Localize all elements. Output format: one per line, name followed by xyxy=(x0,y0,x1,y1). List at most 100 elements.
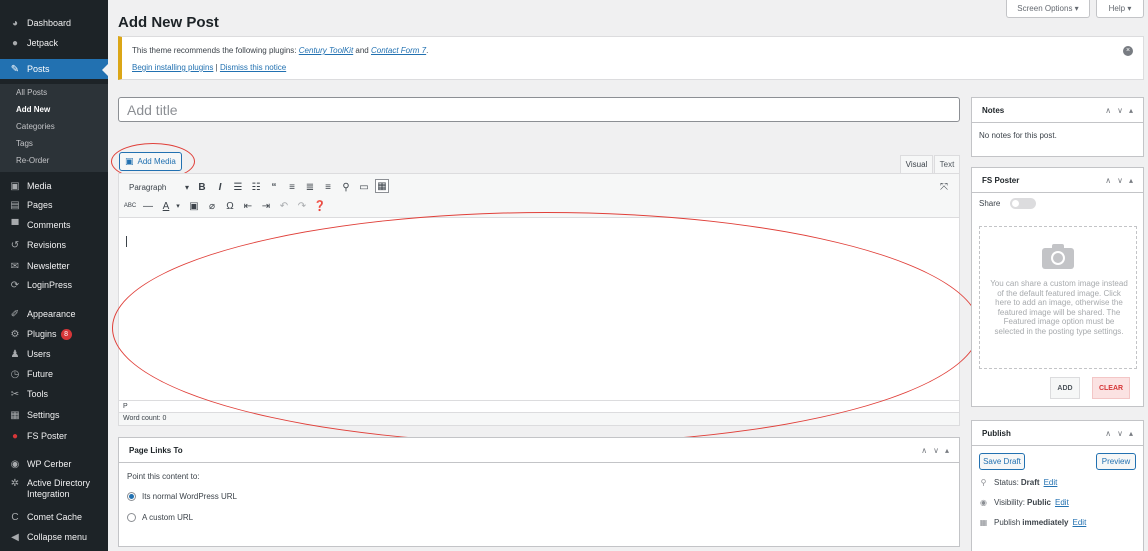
redo-icon[interactable]: ↷ xyxy=(295,199,309,213)
strikethrough-icon[interactable]: ABC xyxy=(123,199,137,213)
status-value: Draft xyxy=(1020,478,1040,487)
chevron-down-icon[interactable]: ∨ xyxy=(933,446,939,455)
gear-icon: ✲ xyxy=(10,477,20,489)
help-icon[interactable]: ❓ xyxy=(313,199,327,213)
sidebar-item-comet-cache[interactable]: C Comet Cache xyxy=(0,507,108,527)
dismiss-notice-link[interactable]: Dismiss this notice xyxy=(220,63,286,72)
contact-form-7-link[interactable]: Contact Form 7 xyxy=(371,46,426,55)
sidebar-item-active-directory-integration[interactable]: ✲ Active Directory Integration xyxy=(0,475,108,505)
close-icon[interactable]: × xyxy=(1123,46,1133,56)
sidebar-item-pages[interactable]: ▤ Pages xyxy=(0,195,108,215)
collapse-arrow-icon[interactable]: ▴ xyxy=(1129,106,1133,115)
help-button[interactable]: Help ▾ xyxy=(1096,0,1144,18)
collapse-arrow-icon[interactable]: ▴ xyxy=(1129,429,1133,438)
italic-icon[interactable]: I xyxy=(213,180,227,194)
sidebar-item-loginpress[interactable]: ⟳ LoginPress xyxy=(0,275,108,295)
read-more-icon[interactable]: ▭ xyxy=(357,180,371,194)
chevron-up-icon[interactable]: ∧ xyxy=(1105,429,1111,438)
sidebar-item-posts[interactable]: ✎ Posts xyxy=(0,59,108,79)
add-media-button[interactable]: ▣ Add Media xyxy=(119,152,182,171)
format-select[interactable]: Paragraph ▾ xyxy=(127,180,191,194)
chevron-down-icon[interactable]: ▾ xyxy=(171,199,185,213)
bullet-list-icon[interactable]: ☰ xyxy=(231,180,245,194)
sidebar-item-collapse-menu[interactable]: ◀ Collapse menu xyxy=(0,527,108,547)
sidebar-item-settings[interactable]: ▦ Settings xyxy=(0,405,108,425)
undo-icon[interactable]: ↶ xyxy=(277,199,291,213)
chevron-up-icon[interactable]: ∧ xyxy=(921,446,927,455)
sidebar-item-future[interactable]: ◷ Future xyxy=(0,364,108,384)
radio-button[interactable] xyxy=(127,492,136,501)
sidebar-item-label: Users xyxy=(27,349,51,359)
century-toolkit-link[interactable]: Century ToolKit xyxy=(299,46,353,55)
special-character-icon[interactable]: Ω xyxy=(223,199,237,213)
horizontal-line-icon[interactable]: — xyxy=(141,199,155,213)
chevron-down-icon[interactable]: ∨ xyxy=(1117,106,1123,115)
chevron-down-icon[interactable]: ∨ xyxy=(1117,176,1123,185)
chevron-down-icon[interactable]: ∨ xyxy=(1117,429,1123,438)
paste-text-icon[interactable]: ▣ xyxy=(187,199,201,213)
radio-normal-url[interactable]: Its normal WordPress URL xyxy=(127,492,237,501)
submenu-add-new[interactable]: Add New xyxy=(16,105,50,114)
status-edit-link[interactable]: Edit xyxy=(1044,478,1058,487)
sidebar-item-revisions[interactable]: ↺ Revisions xyxy=(0,235,108,255)
add-image-button[interactable]: ADD xyxy=(1050,377,1080,399)
collapse-arrow-icon[interactable]: ▴ xyxy=(1129,176,1133,185)
clear-image-button[interactable]: CLEAR xyxy=(1092,377,1130,399)
loginpress-icon: ⟳ xyxy=(10,279,20,291)
sidebar-item-jetpack[interactable]: ● Jetpack xyxy=(0,33,108,53)
chevron-up-icon[interactable]: ∧ xyxy=(1105,106,1111,115)
sidebar-item-appearance[interactable]: ✐ Appearance xyxy=(0,304,108,324)
indent-icon[interactable]: ⇥ xyxy=(259,199,273,213)
bold-icon[interactable]: B xyxy=(195,180,209,194)
editor-path: P xyxy=(119,400,959,412)
link-icon[interactable]: ⚲ xyxy=(339,180,353,194)
notice-actions: Begin installing plugins | Dismiss this … xyxy=(132,63,1133,72)
sidebar-item-fs-poster[interactable]: ● FS Poster xyxy=(0,426,108,446)
radio-custom-url[interactable]: A custom URL xyxy=(127,513,193,522)
fs-poster-box: FS Poster ∧ ∨ ▴ Share You can share a cu… xyxy=(971,167,1144,407)
editor-content-area[interactable] xyxy=(119,218,959,400)
sidebar-item-wp-cerber[interactable]: ◉ WP Cerber xyxy=(0,454,108,474)
sidebar-item-newsletter[interactable]: ✉ Newsletter xyxy=(0,256,108,276)
collapse-arrow-icon[interactable]: ▴ xyxy=(945,446,949,455)
sidebar-item-users[interactable]: ♟ Users xyxy=(0,344,108,364)
notes-header: Notes ∧ ∨ ▴ xyxy=(972,98,1143,123)
align-right-icon[interactable]: ≡ xyxy=(321,180,335,194)
radio-button[interactable] xyxy=(127,513,136,522)
save-draft-button[interactable]: Save Draft xyxy=(979,453,1025,470)
tab-visual[interactable]: Visual xyxy=(900,155,933,173)
post-title-input[interactable] xyxy=(118,97,960,122)
settings-icon: ▦ xyxy=(10,409,20,421)
sidebar-item-label: Pages xyxy=(27,200,53,210)
preview-button[interactable]: Preview xyxy=(1096,453,1136,470)
blockquote-icon[interactable]: “ xyxy=(267,180,281,194)
screen-options-button[interactable]: Screen Options ▾ xyxy=(1006,0,1090,18)
submenu-all-posts[interactable]: All Posts xyxy=(16,88,47,97)
sidebar-item-plugins[interactable]: ⚙ Plugins 8 xyxy=(0,324,108,344)
submenu-re-order[interactable]: Re-Order xyxy=(16,156,49,165)
outdent-icon[interactable]: ⇤ xyxy=(241,199,255,213)
notice-line: This theme recommends the following plug… xyxy=(132,46,1133,55)
share-toggle[interactable] xyxy=(1010,198,1037,209)
custom-image-dropzone[interactable]: You can share a custom image instead of … xyxy=(979,226,1137,369)
submenu-tags[interactable]: Tags xyxy=(16,139,33,148)
numbered-list-icon[interactable]: ☷ xyxy=(249,180,263,194)
jetpack-icon: ● xyxy=(11,37,19,49)
begin-installing-link[interactable]: Begin installing plugins xyxy=(132,63,213,72)
page-links-box: Page Links To ∧ ∨ ▴ Point this content t… xyxy=(118,437,960,547)
sidebar-item-media[interactable]: ▣ Media xyxy=(0,176,108,196)
clear-formatting-icon[interactable]: ⌀ xyxy=(205,199,219,213)
sidebar-item-comments[interactable]: ▀ Comments xyxy=(0,215,108,235)
tab-text[interactable]: Text xyxy=(934,155,960,173)
newsletter-icon: ✉ xyxy=(10,260,20,272)
chevron-up-icon[interactable]: ∧ xyxy=(1105,176,1111,185)
sidebar-item-dashboard[interactable]: ◕ Dashboard xyxy=(0,13,108,33)
sidebar-item-tools[interactable]: ✂ Tools xyxy=(0,384,108,404)
publish-edit-link[interactable]: Edit xyxy=(1073,518,1087,527)
fullscreen-icon[interactable]: ⤧ xyxy=(937,180,951,194)
toolbar-toggle-icon[interactable]: ▦ xyxy=(375,179,389,193)
submenu-categories[interactable]: Categories xyxy=(16,122,55,131)
align-center-icon[interactable]: ≣ xyxy=(303,180,317,194)
visibility-edit-link[interactable]: Edit xyxy=(1055,498,1069,507)
align-left-icon[interactable]: ≡ xyxy=(285,180,299,194)
